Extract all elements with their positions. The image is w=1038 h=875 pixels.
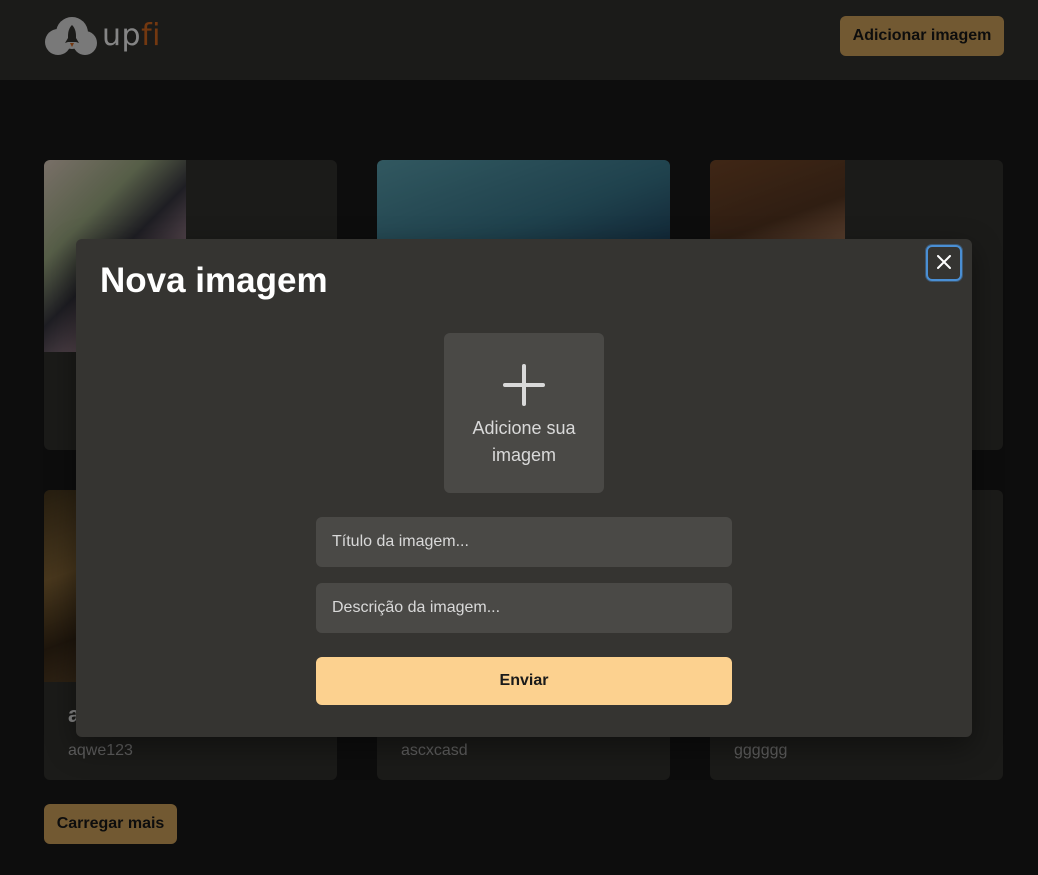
modal-title: Nova imagem (100, 261, 328, 300)
upload-label: Adicione sua imagem (472, 418, 576, 465)
plus-icon (502, 363, 546, 412)
submit-button[interactable]: Enviar (316, 657, 732, 705)
image-description-input[interactable] (316, 583, 732, 633)
image-upload-dropzone[interactable]: Adicione sua imagem (444, 333, 604, 493)
new-image-modal: Nova imagem Adicione sua imagem Enviar (76, 239, 972, 737)
close-button[interactable] (926, 245, 962, 281)
close-icon (937, 254, 951, 272)
image-title-input[interactable] (316, 517, 732, 567)
